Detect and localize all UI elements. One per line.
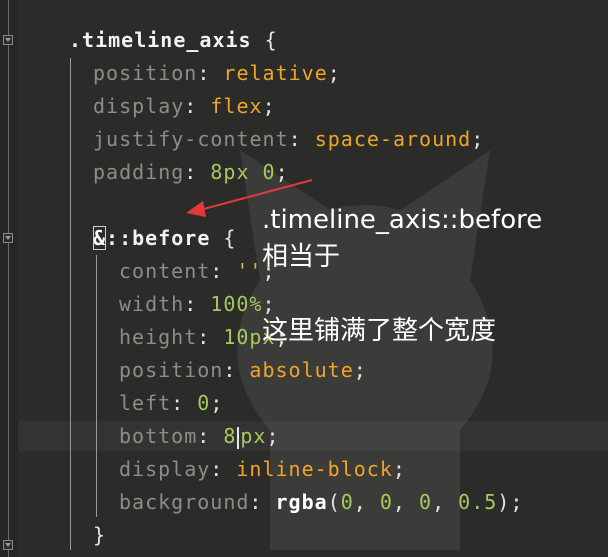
annotation-description: 这里铺满了整个宽度 [262, 316, 497, 346]
annotation-subtitle: 相当于 [262, 242, 341, 272]
annotation-title: .timeline_axis::before [262, 205, 543, 235]
annotation-arrow-icon [186, 179, 313, 217]
code-editor[interactable]: .timeline_axis {position: relative; displ… [0, 0, 608, 557]
